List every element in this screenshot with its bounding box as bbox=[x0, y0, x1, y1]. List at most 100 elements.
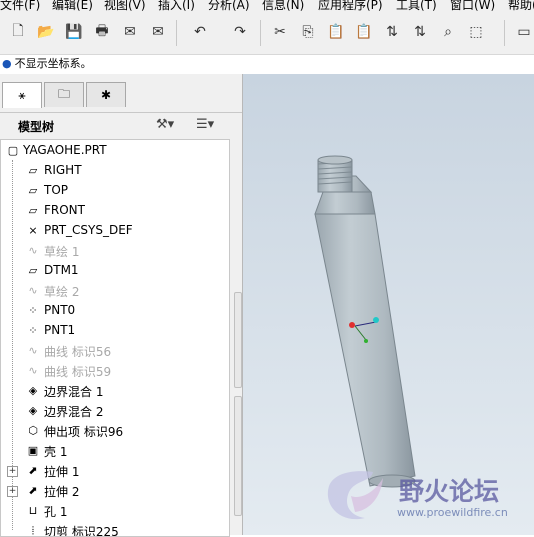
window-icon[interactable]: ▭ bbox=[514, 22, 534, 42]
flame-logo-icon bbox=[327, 471, 383, 520]
expand-icon[interactable]: + bbox=[7, 486, 18, 497]
tree-item[interactable]: ▣ 壳 1 bbox=[1, 441, 229, 461]
curve-icon: ∿ bbox=[28, 344, 38, 357]
tree-item-label: RIGHT bbox=[44, 163, 82, 177]
tree-item[interactable]: ∿ 草绘 2 bbox=[1, 281, 229, 301]
send-mail-icon[interactable]: ✉ bbox=[120, 22, 140, 42]
favorites-tab[interactable]: ✱ bbox=[86, 82, 126, 107]
print-icon[interactable]: 🖶 bbox=[92, 22, 112, 42]
message-area: ● 不显示坐标系。 bbox=[0, 55, 534, 73]
mail-attach-icon[interactable]: ✉ bbox=[148, 22, 168, 42]
tree-item[interactable]: ⨯ PRT_CSYS_DEF bbox=[1, 221, 229, 241]
tree-item[interactable]: ▱ DTM1 bbox=[1, 261, 229, 281]
tree-item-label: PNT1 bbox=[44, 323, 76, 337]
menu-item-1[interactable]: 编辑(E) bbox=[52, 0, 93, 12]
tree-item[interactable]: ∿ 曲线 标识59 bbox=[1, 361, 229, 381]
tree-item-label: TOP bbox=[44, 183, 69, 197]
undo-icon[interactable]: ↶ bbox=[190, 22, 210, 42]
tree-root-label: YAGAOHE.PRT bbox=[23, 143, 107, 157]
regen-manager-icon[interactable]: ⇅ bbox=[410, 22, 430, 42]
tree-item[interactable]: ◈ 边界混合 2 bbox=[1, 401, 229, 421]
tree-item-label: FRONT bbox=[44, 203, 85, 217]
model-tree-header: 模型树 ⚒▾ ☰▾ bbox=[0, 112, 242, 139]
open-folder-icon[interactable]: 📂 bbox=[36, 22, 56, 42]
tree-item-label: 草绘 2 bbox=[44, 285, 80, 299]
tree-item[interactable]: ⊔ 孔 1 bbox=[1, 501, 229, 521]
toolbar-separator bbox=[176, 20, 177, 46]
new-file-icon[interactable]: 🗋 bbox=[8, 22, 28, 42]
part-icon: ▢ bbox=[7, 144, 19, 157]
paste-special-icon[interactable]: 📋 bbox=[354, 22, 374, 42]
panel-splitter-handle-lower[interactable] bbox=[234, 396, 242, 516]
tree-item[interactable]: ▱ FRONT bbox=[1, 201, 229, 221]
settings-tools-icon[interactable]: ⚒▾ bbox=[156, 117, 174, 132]
navigator-tabs: ⚹ 🗀 ✱ bbox=[0, 82, 242, 108]
tree-item[interactable]: + ⬈ 拉伸 2 bbox=[1, 481, 229, 501]
tree-item-label: 伸出项 标识96 bbox=[44, 425, 124, 439]
tree-item-label: 草绘 1 bbox=[44, 245, 80, 259]
menu-item-9[interactable]: 帮助( bbox=[508, 0, 534, 12]
tree-item[interactable]: + ⬈ 拉伸 1 bbox=[1, 461, 229, 481]
message-text: 不显示坐标系。 bbox=[14, 57, 92, 70]
model-tree-tab[interactable]: ⚹ bbox=[2, 82, 42, 108]
protrusion-icon: ⬡ bbox=[28, 424, 38, 437]
folder-browser-tab[interactable]: 🗀 bbox=[44, 82, 84, 107]
copy-icon[interactable]: ⎘ bbox=[298, 22, 318, 42]
datum-point-icon: ⁘ bbox=[28, 324, 38, 337]
regenerate-icon[interactable]: ⇅ bbox=[382, 22, 402, 42]
save-icon[interactable]: 💾 bbox=[64, 22, 84, 42]
tree-item-label: 孔 1 bbox=[44, 505, 68, 519]
extrude-icon: ⬈ bbox=[28, 484, 38, 497]
toolbar-separator bbox=[504, 20, 505, 46]
datum-plane-icon: ▱ bbox=[28, 164, 38, 177]
forum-watermark: 野火论坛 www.proewildfire.cn bbox=[321, 466, 529, 526]
datum-plane-icon: ▱ bbox=[28, 184, 38, 197]
tree-item[interactable]: ⬡ 伸出项 标识96 bbox=[1, 421, 229, 441]
tree-item[interactable]: ⁘ PNT0 bbox=[1, 301, 229, 321]
tree-item-label: 曲线 标识56 bbox=[44, 345, 112, 359]
datum-plane-icon: ▱ bbox=[28, 204, 38, 217]
redo-icon[interactable]: ↷ bbox=[230, 22, 250, 42]
find-icon[interactable]: ⌕ bbox=[438, 22, 458, 42]
tube-body bbox=[314, 213, 416, 487]
message-bullet-icon: ● bbox=[2, 57, 12, 70]
tree-item-label: 拉伸 1 bbox=[44, 465, 80, 479]
graphics-viewport[interactable]: 野火论坛 www.proewildfire.cn bbox=[243, 74, 534, 535]
menu-item-3[interactable]: 插入(I) bbox=[158, 0, 195, 12]
model-tree-title: 模型树 bbox=[18, 120, 55, 134]
tree-item-label: PNT0 bbox=[44, 303, 76, 317]
show-options-icon[interactable]: ☰▾ bbox=[196, 117, 214, 132]
tube-shoulder bbox=[314, 191, 376, 215]
tree-root[interactable]: ▢ YAGAOHE.PRT bbox=[1, 141, 229, 161]
model-tree-tab-icon: ⚹ bbox=[18, 88, 26, 102]
tree-item-label: 拉伸 2 bbox=[44, 485, 80, 499]
menu-item-0[interactable]: 文件(F) bbox=[0, 0, 40, 12]
tree-item[interactable]: ∿ 草绘 1 bbox=[1, 241, 229, 261]
cut-icon: ⦙ bbox=[31, 524, 35, 537]
menu-item-4[interactable]: 分析(A) bbox=[208, 0, 250, 12]
extrude-icon: ⬈ bbox=[28, 464, 38, 477]
menu-item-7[interactable]: 工具(T) bbox=[396, 0, 437, 12]
tree-item[interactable]: ⁘ PNT1 bbox=[1, 321, 229, 341]
expand-icon[interactable]: + bbox=[7, 466, 18, 477]
menu-item-2[interactable]: 视图(V) bbox=[104, 0, 146, 12]
model-tree: ▢ YAGAOHE.PRT ▱ RIGHT ▱ TOP ▱ FRONT ⨯ PRT_CSYS_… bbox=[0, 139, 230, 537]
cut-icon[interactable]: ✂ bbox=[270, 22, 290, 42]
tree-item-label: DTM1 bbox=[44, 263, 79, 277]
paste-icon[interactable]: 📋 bbox=[326, 22, 346, 42]
menu-item-5[interactable]: 信息(N) bbox=[262, 0, 304, 12]
curve-icon: ∿ bbox=[28, 364, 38, 377]
navigator-panel: ⚹ 🗀 ✱ 模型树 ⚒▾ ☰▾ ▢ YAGAOHE.PRT ▱ RIGHT ▱ TOP… bbox=[0, 74, 243, 537]
tree-item[interactable]: ▱ RIGHT bbox=[1, 161, 229, 181]
toolbar-separator bbox=[260, 20, 261, 46]
tree-item[interactable]: ▱ TOP bbox=[1, 181, 229, 201]
menu-item-8[interactable]: 窗口(W) bbox=[450, 0, 495, 12]
tree-item-label: PRT_CSYS_DEF bbox=[44, 223, 133, 237]
hole-icon: ⊔ bbox=[28, 504, 38, 517]
select-box-icon[interactable]: ⬚ bbox=[466, 22, 486, 42]
tube-thread bbox=[317, 155, 353, 193]
panel-splitter-handle[interactable] bbox=[234, 292, 242, 388]
tree-item[interactable]: ◈ 边界混合 1 bbox=[1, 381, 229, 401]
tree-item[interactable]: ∿ 曲线 标识56 bbox=[1, 341, 229, 361]
menu-item-6[interactable]: 应用程序(P) bbox=[318, 0, 383, 12]
